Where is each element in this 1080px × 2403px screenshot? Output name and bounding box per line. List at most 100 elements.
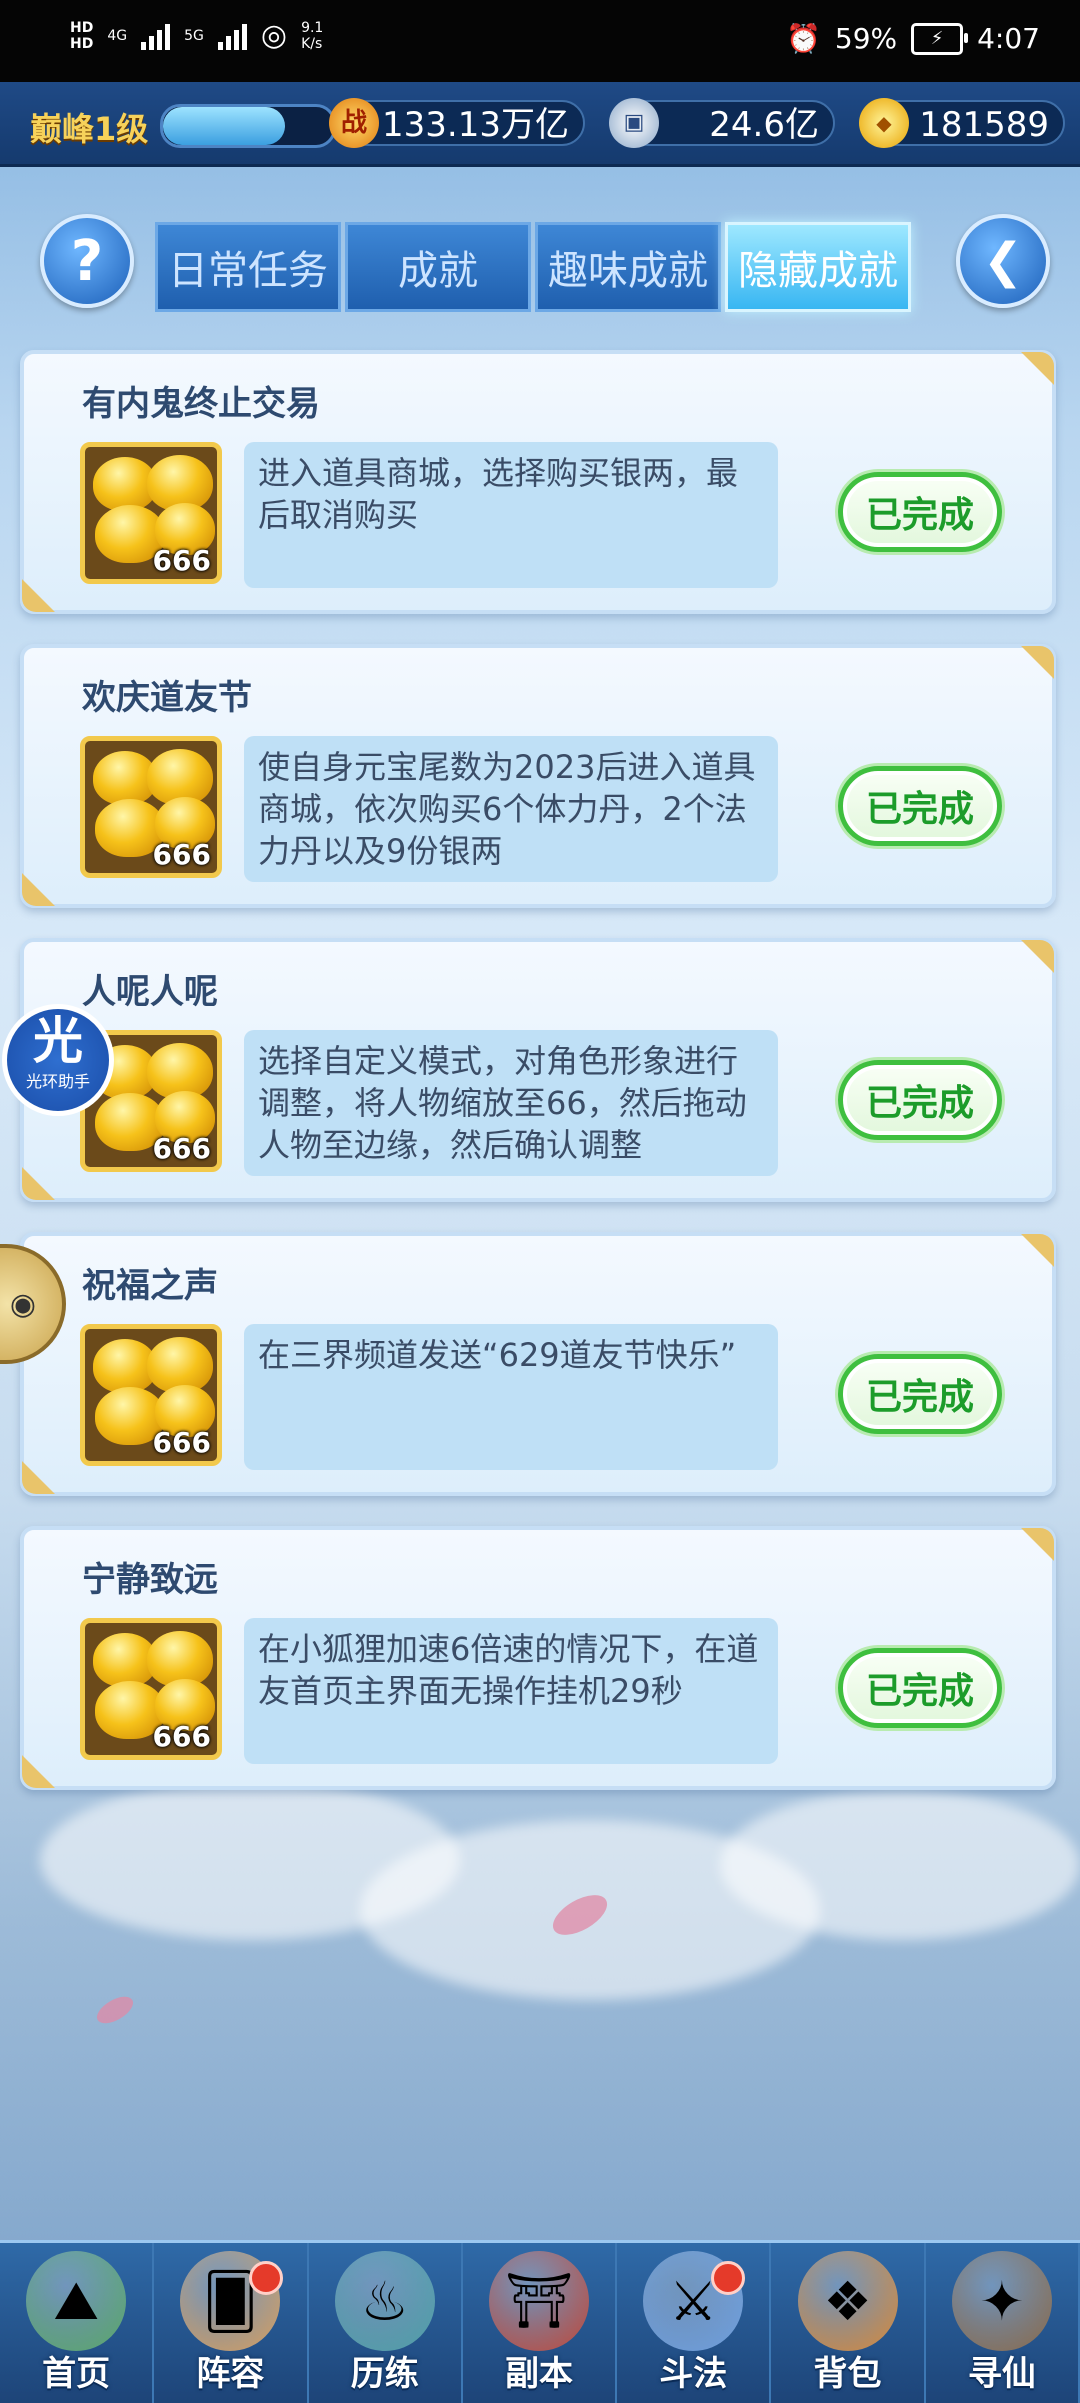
achievement-title: 人呢人呢 (82, 972, 218, 1012)
net-speed-value: 9.1 (301, 20, 324, 36)
achievement-description: 进入道具商城，选择购买银两，最后取消购买 (244, 442, 778, 588)
eye-icon: ◉ (9, 1286, 37, 1322)
help-button[interactable]: ? (40, 214, 134, 308)
achievement-title: 祝福之声 (82, 1266, 218, 1306)
halo-assistant-label: 光环助手 (25, 1072, 90, 1091)
nav-lineup[interactable]: 🂠 阵容 (154, 2243, 309, 2403)
status-right: ⏰ 59% ⚡ 4:07 (786, 22, 1040, 55)
achievement-tabs: 日常任务 成就 趣味成就 隐藏成就 (155, 222, 911, 312)
gold-value: 181589 (919, 105, 1049, 145)
achievement-card: 人呢人呢 666 选择自定义模式，对角色形象进行调整，将人物缩放至66，然后拖动… (20, 938, 1056, 1202)
achievement-card: 祝福之声 666 在三界频道发送“629道友节快乐” 已完成 (20, 1232, 1056, 1496)
exp-bar (160, 104, 336, 148)
signal-icon (141, 22, 171, 50)
corner-ornament (1000, 352, 1054, 406)
scroll-icon: ✦ (951, 2251, 1052, 2351)
completed-badge[interactable]: 已完成 (838, 1354, 1002, 1434)
completed-badge[interactable]: 已完成 (838, 1060, 1002, 1140)
corner-ornament (1000, 1528, 1054, 1582)
corner-ornament (1000, 940, 1054, 994)
status-left: HD HD 4G 5G ◎ 9.1 K/s (70, 20, 323, 52)
achievement-description: 使自身元宝尾数为2023后进入道具商城，依次购买6个体力丹，2个法力丹以及9份银… (244, 736, 778, 882)
resource-bar: 巅峰1级 战 133.13万亿 ▣ 24.6亿 ◆ 181589 (0, 82, 1080, 167)
nav-dungeon[interactable]: ⛩ 副本 (463, 2243, 618, 2403)
achievement-card: 宁静致远 666 在小狐狸加速6倍速的情况下，在道友首页主界面无操作挂机29秒 … (20, 1526, 1056, 1790)
battery-charging-icon: ⚡ (911, 22, 969, 55)
bottom-nav: ⛰ 首页 🂠 阵容 ♨ 历练 ⛩ 副本 ⚔ 斗法 ❖ 背包 ✦ 寻仙 (0, 2240, 1080, 2403)
gold-ingot-reward[interactable]: 666 (80, 442, 222, 584)
reward-quantity: 666 (152, 1720, 211, 1753)
exp-bar-fill (163, 107, 286, 145)
completed-badge[interactable]: 已完成 (838, 766, 1002, 846)
gold-ingot-reward[interactable]: 666 (80, 1618, 222, 1760)
nav-label: 斗法 (659, 2354, 728, 2394)
halo-assistant-button[interactable]: 光 光环助手 (2, 1004, 114, 1116)
nav-label: 背包 (813, 2354, 882, 2394)
gold-currency[interactable]: ◆ 181589 (859, 98, 1065, 148)
net-speed-unit: K/s (301, 36, 323, 52)
reward-quantity: 666 (152, 1132, 211, 1165)
achievement-description: 在三界频道发送“629道友节快乐” (244, 1324, 778, 1470)
hd-label-2: HD (70, 36, 94, 52)
nav-label: 寻仙 (967, 2354, 1036, 2394)
corner-ornament (1000, 1234, 1054, 1288)
mountain-icon: ⛰ (26, 2251, 127, 2351)
combat-power[interactable]: 战 133.13万亿 (329, 98, 585, 148)
gold-ingot-icon: ◆ (859, 98, 909, 148)
battery-percent: 59% (834, 22, 898, 55)
gate-icon: ⛩ (488, 2251, 589, 2351)
gold-ingot-reward[interactable]: 666 (80, 736, 222, 878)
nav-duel[interactable]: ⚔ 斗法 (617, 2243, 772, 2403)
achievement-description: 在小狐狸加速6倍速的情况下，在道友首页主界面无操作挂机29秒 (244, 1618, 778, 1764)
gold-ingot-reward[interactable]: 666 (80, 1324, 222, 1466)
completed-badge[interactable]: 已完成 (838, 1648, 1002, 1728)
silver-coin-icon: ▣ (609, 98, 659, 148)
hotspot-icon: ◎ (260, 18, 288, 53)
nav-home[interactable]: ⛰ 首页 (0, 2243, 155, 2403)
nav-backpack[interactable]: ❖ 背包 (771, 2243, 926, 2403)
achievement-card: 欢庆道友节 666 使自身元宝尾数为2023后进入道具商城，依次购买6个体力丹，… (20, 644, 1056, 908)
silver-currency[interactable]: ▣ 24.6亿 (609, 98, 835, 148)
question-icon: ? (70, 228, 104, 294)
nav-label: 历练 (350, 2354, 419, 2394)
back-arrow-icon: ❮ (982, 233, 1024, 289)
corner-ornament (22, 1146, 76, 1200)
signal-icon (217, 22, 247, 50)
nav-label: 副本 (504, 2354, 573, 2394)
tab-daily-tasks[interactable]: 日常任务 (155, 222, 341, 312)
alarm-icon: ⏰ (786, 22, 821, 55)
tab-fun-achievements[interactable]: 趣味成就 (535, 222, 721, 312)
hd-label-1: HD (70, 20, 94, 36)
cloud-decor (720, 1790, 1080, 1940)
corner-ornament (22, 852, 76, 906)
achievement-card: 有内鬼终止交易 666 进入道具商城，选择购买银两，最后取消购买 已完成 (20, 350, 1056, 614)
nav-label: 阵容 (196, 2354, 265, 2394)
nav-seek-immortal[interactable]: ✦ 寻仙 (926, 2243, 1080, 2403)
peak-level: 巅峰1级 (30, 110, 149, 148)
corner-ornament (1000, 646, 1054, 700)
completed-badge[interactable]: 已完成 (838, 472, 1002, 552)
corner-ornament (22, 558, 76, 612)
nav-label: 首页 (42, 2354, 111, 2394)
clock: 4:07 (977, 22, 1040, 55)
achievement-title: 欢庆道友节 (82, 678, 252, 718)
back-button[interactable]: ❮ (956, 214, 1050, 308)
hd-indicator: HD HD (70, 20, 93, 52)
achievement-title: 宁静致远 (82, 1560, 218, 1600)
nav-training[interactable]: ♨ 历练 (309, 2243, 463, 2403)
silver-value: 24.6亿 (709, 105, 819, 145)
notification-dot (248, 2261, 283, 2295)
achievement-title: 有内鬼终止交易 (82, 384, 320, 424)
bag-icon: ❖ (797, 2251, 898, 2351)
network-4g: 4G (107, 28, 128, 44)
achievement-description: 选择自定义模式，对角色形象进行调整，将人物缩放至66，然后拖动人物至边缘，然后确… (244, 1030, 778, 1176)
tab-achievements[interactable]: 成就 (345, 222, 531, 312)
reward-quantity: 666 (152, 544, 211, 577)
reward-quantity: 666 (152, 1426, 211, 1459)
corner-ornament (22, 1734, 76, 1788)
combat-power-icon: 战 (329, 98, 379, 148)
combat-power-value: 133.13万亿 (382, 105, 569, 145)
reward-quantity: 666 (152, 838, 211, 871)
network-5g: 5G (184, 28, 204, 44)
tab-hidden-achievements[interactable]: 隐藏成就 (725, 222, 911, 312)
